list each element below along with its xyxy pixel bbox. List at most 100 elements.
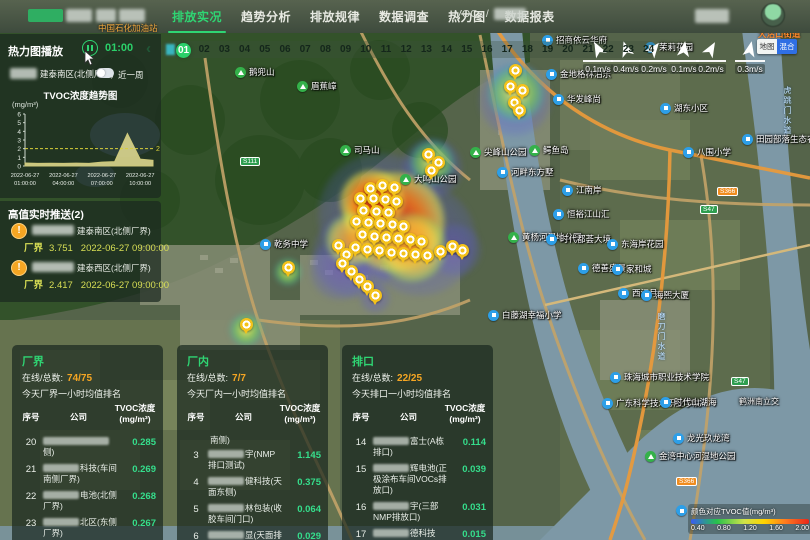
timeline-hour-21[interactable]: 21: [580, 43, 596, 57]
site-marker-icon[interactable]: [374, 217, 387, 230]
svg-text:2022-06-27: 2022-06-27: [11, 173, 40, 179]
row-value: 0.015: [448, 528, 486, 540]
timeline-hour-09[interactable]: 09: [338, 43, 354, 57]
row-company: 林包装(收胶车间门口): [208, 503, 283, 525]
timeline-hour-02[interactable]: 02: [196, 43, 212, 57]
nav-item-1[interactable]: 排放实况: [172, 8, 222, 25]
site-marker-icon[interactable]: [392, 232, 405, 245]
timeline-hour-03[interactable]: 03: [216, 43, 232, 57]
user-name-redacted: [695, 9, 729, 23]
site-marker-icon[interactable]: [373, 244, 386, 257]
company-redacted: [43, 464, 79, 472]
site-marker-icon[interactable]: [282, 261, 295, 274]
range-label: 近一周: [118, 69, 144, 81]
timeline-hour-14[interactable]: 14: [439, 43, 455, 57]
site-marker-icon[interactable]: [456, 244, 469, 257]
map-label-gas-station: 中国石化加油站: [98, 22, 158, 34]
col-value-label: TVOC浓度: [444, 403, 486, 414]
vocs-selector[interactable]: VOCs / ▼: [455, 8, 539, 20]
site-marker-icon[interactable]: [380, 231, 393, 244]
site-marker-icon[interactable]: [361, 243, 374, 256]
mouse-cursor: [84, 50, 96, 66]
timeline-hour-01[interactable]: 01: [176, 43, 191, 58]
site-marker-icon[interactable]: [425, 164, 438, 177]
range-toggle-switch[interactable]: [96, 68, 114, 78]
site-marker-icon[interactable]: [504, 80, 517, 93]
site-marker-icon[interactable]: [367, 192, 380, 205]
table-row[interactable]: 15辉电池(正极涂布车间VOCs排放口)0.039: [342, 460, 493, 498]
site-marker-icon[interactable]: [409, 248, 422, 261]
timeline-hour-06[interactable]: 06: [277, 43, 293, 57]
site-marker-icon[interactable]: [388, 181, 401, 194]
site-marker-icon[interactable]: [397, 247, 410, 260]
site-marker-icon[interactable]: [362, 216, 375, 229]
table-row[interactable]: 22电池(北侧厂界)0.268: [12, 487, 163, 514]
row-value: 0.285: [118, 436, 156, 448]
timeline-hour-12[interactable]: 12: [398, 43, 414, 57]
site-marker-icon[interactable]: [509, 64, 522, 77]
row-rank: 22: [19, 490, 43, 502]
site-marker-icon[interactable]: [356, 228, 369, 241]
timeline-hour-17[interactable]: 17: [499, 43, 515, 57]
nav-item-2[interactable]: 趋势分析: [241, 8, 291, 25]
playback-time: 01:00: [105, 42, 133, 54]
timeline-hour-22[interactable]: 22: [600, 43, 616, 57]
timeline-hour-15[interactable]: 15: [459, 43, 475, 57]
push-value: 2.417: [49, 280, 73, 291]
table-row[interactable]: 23北区(东侧厂界)0.267: [12, 514, 163, 540]
site-marker-icon[interactable]: [350, 215, 363, 228]
table-row[interactable]: 17德科技(FHVP1007)0.015: [342, 525, 493, 540]
timeline-hour-13[interactable]: 13: [418, 43, 434, 57]
row-value: 0.269: [118, 463, 156, 475]
site-marker-icon[interactable]: [415, 235, 428, 248]
timeline-play-icon[interactable]: [166, 44, 175, 55]
timeline-hour-19[interactable]: 19: [540, 43, 556, 57]
timeline-hour-05[interactable]: 05: [257, 43, 273, 57]
table-row[interactable]: 14富士(A栋排口)0.114: [342, 433, 493, 460]
table-row[interactable]: 5林包装(收胶车间门口)0.064: [177, 500, 328, 527]
site-marker-icon[interactable]: [376, 179, 389, 192]
site-marker-icon[interactable]: [513, 104, 526, 117]
table-row[interactable]: 21科技(车间南侧厂界)0.269: [12, 460, 163, 487]
col-value-unit: (mg/m³): [444, 414, 486, 425]
site-marker-icon[interactable]: [421, 249, 434, 262]
row-rank: 3: [184, 449, 208, 461]
timeline-hour-16[interactable]: 16: [479, 43, 495, 57]
nav-item-3[interactable]: 排放规律: [310, 8, 360, 25]
legend-title: 颜色对应TVOC值(mg/m³): [691, 506, 809, 517]
avatar[interactable]: [761, 3, 785, 27]
timeline-hour-11[interactable]: 11: [378, 43, 394, 57]
site-marker-icon[interactable]: [240, 318, 253, 331]
timeline-hour-04[interactable]: 04: [237, 43, 253, 57]
table-row[interactable]: 4健科技(天面东侧)0.375: [177, 473, 328, 500]
map-type-混合[interactable]: 混合: [777, 39, 797, 54]
timeline-hour-23[interactable]: 23: [620, 43, 636, 57]
col-company: 公司: [43, 403, 114, 425]
timeline-hour-07[interactable]: 07: [297, 43, 313, 57]
table-row[interactable]: 3宇(NMP排口测试)1.145: [177, 446, 328, 473]
site-marker-icon[interactable]: [368, 230, 381, 243]
legend-tick: 1.20: [743, 525, 757, 532]
map-type-地图[interactable]: 地图: [757, 39, 777, 54]
site-marker-icon[interactable]: [516, 84, 529, 97]
timeline-hour-24[interactable]: 24: [641, 43, 657, 57]
timeline-hour-18[interactable]: 18: [519, 43, 535, 57]
timeline-hour-08[interactable]: 08: [317, 43, 333, 57]
company-redacted: [373, 529, 409, 537]
table-row[interactable]: 16宇(三部NMP排放口)0.031: [342, 498, 493, 525]
table-row[interactable]: 20侧)0.285: [12, 433, 163, 460]
app-root: { "nav": { "station_label": "中国石化加油站", "…: [0, 0, 810, 540]
site-marker-icon[interactable]: [434, 245, 447, 258]
push-time: 2022-06-27 09:00:00: [81, 280, 169, 291]
timeline-hour-20[interactable]: 20: [560, 43, 576, 57]
site-marker-icon[interactable]: [369, 289, 382, 302]
site-marker-icon[interactable]: [354, 192, 367, 205]
timeline-hour-10[interactable]: 10: [358, 43, 374, 57]
row-rank: 16: [349, 501, 373, 513]
legend-gradient-bar: [691, 519, 809, 524]
table-row[interactable]: 6显(天面排口西侧)0.029: [177, 527, 328, 540]
high-value-push-panel: 高值实时推送(2) !建泰南区(北侧厂界)厂界3.7512022-06-27 0…: [0, 201, 161, 302]
nav-item-4[interactable]: 数据调查: [379, 8, 429, 25]
site-marker-icon[interactable]: [385, 246, 398, 259]
row-value: 0.268: [118, 490, 156, 502]
